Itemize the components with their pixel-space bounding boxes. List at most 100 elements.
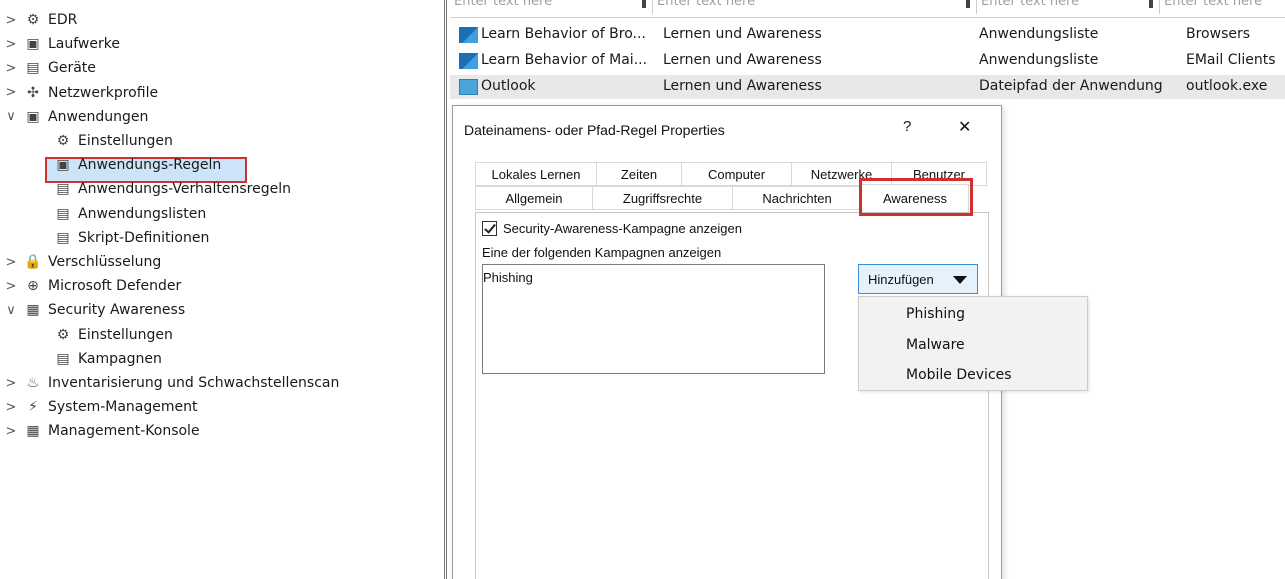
tree-item-label: Verschlüsselung [48,254,162,270]
tab-computer[interactable]: Computer [681,162,792,186]
tab-lokales-lernen[interactable]: Lokales Lernen [475,162,597,186]
tree-item-label: Kampagnen [78,350,162,367]
script-definitions-icon: ▤ [56,229,70,246]
menu-item-malware[interactable]: Malware [906,337,965,353]
chevron-down-icon[interactable]: ∨ [4,109,18,124]
tree-item-label: Inventarisierung und Schwachstellenscan [48,375,340,391]
drive-icon: ▣ [26,36,40,53]
menu-item-phishing[interactable]: Phishing [906,306,965,322]
pane-splitter[interactable] [444,0,447,579]
tree-item[interactable]: ▣ Anwendungs-Regeln [54,153,221,177]
tree-item-label: Einstellungen [78,326,173,343]
chevron-right-icon[interactable]: > [4,37,18,52]
row-name: Outlook [481,78,536,94]
tree-item[interactable]: ⚙ Einstellungen [54,129,173,153]
show-campaign-checkbox[interactable] [482,221,497,236]
row-category: Lernen und Awareness [663,78,822,94]
filter-input-name[interactable]: Enter text here [450,0,653,14]
filter-input-type[interactable]: Enter text here [977,0,1160,14]
filter-icon[interactable] [642,0,646,8]
lock-icon: 🔒 [24,254,42,270]
tree-item-label: Skript-Definitionen [78,229,210,246]
chevron-right-icon[interactable]: > [4,376,18,391]
tree-item[interactable]: > 🔒 Verschlüsselung [4,250,162,274]
tree-item-label: Netzwerkprofile [48,84,159,101]
tree-item-label: Anwendungs-Verhaltensregeln [78,181,291,198]
chevron-right-icon[interactable]: > [4,400,18,415]
tree-item[interactable]: ∨ ▦ Security Awareness [4,298,185,322]
tree-item[interactable]: > ✣ Netzwerkprofile [4,81,159,105]
row-name: Learn Behavior of Bro... [481,26,646,42]
row-name: Learn Behavior of Mai... [481,52,648,68]
tree-item-label: Management-Konsole [48,423,200,440]
tree-item-label: Geräte [48,60,96,77]
filter-input-category[interactable]: Enter text here [653,0,977,14]
tree-item[interactable]: ∨ ▣ Anwendungen [4,105,148,129]
chevron-right-icon[interactable]: > [4,61,18,76]
tree-item[interactable]: ▤ Anwendungslisten [54,202,206,226]
chevron-right-icon[interactable]: > [4,424,18,439]
chevron-down-icon[interactable]: ∨ [4,303,18,318]
system-management-icon: ⚡ [28,399,38,416]
tree-item[interactable]: ▤ Anwendungs-Verhaltensregeln [54,177,291,201]
tree-item-label: EDR [48,12,78,28]
tree-item[interactable]: ▤ Kampagnen [54,347,162,371]
application-list-icon [459,53,478,69]
tree-item[interactable]: > ▤ Geräte [4,56,96,80]
device-icon: ▤ [26,60,40,77]
tree-item[interactable]: > ▣ Laufwerke [4,32,120,56]
row-value: Browsers [1186,26,1251,42]
campaigns-icon: ▤ [56,350,70,367]
tree-item[interactable]: > ♨ Inventarisierung und Schwachstellensca… [4,371,340,395]
app-rules-icon: ▣ [56,157,70,174]
close-button[interactable]: ✕ [958,117,971,137]
tab-zugriffsrechte[interactable]: Zugriffsrechte [592,186,733,210]
chevron-right-icon[interactable]: > [4,255,18,270]
application-list-icon [459,27,478,43]
add-button-label: Hinzufügen [868,271,934,287]
list-item[interactable]: Phishing [483,270,533,285]
tree-item[interactable]: ⚙ Einstellungen [54,323,173,347]
filter-icon[interactable] [966,0,970,8]
row-value: outlook.exe [1186,78,1268,94]
tab-allgemein[interactable]: Allgemein [475,186,593,210]
rules-grid: Enter text here Enter text here Enter te… [450,0,1285,100]
app-lists-icon: ▤ [56,205,70,222]
filter-row: Enter text here Enter text here Enter te… [450,0,1285,18]
filter-input-value[interactable]: Enter text here [1160,0,1285,14]
table-row[interactable]: Outlook Lernen und Awareness Dateipfad d… [450,75,1285,99]
chevron-right-icon[interactable]: > [4,85,18,100]
menu-item-mobile-devices[interactable]: Mobile Devices [906,367,1012,383]
tree-item[interactable]: ▤ Skript-Definitionen [54,226,209,250]
tree-item[interactable]: > ⊕ Microsoft Defender [4,274,182,298]
table-row[interactable]: Learn Behavior of Mai... Lernen und Awar… [450,49,1285,73]
tree-item-label: Einstellungen [78,133,173,149]
add-campaign-button[interactable]: Hinzufügen [858,264,978,294]
tree-item[interactable]: > ⚡ System-Management [4,395,198,419]
outlook-icon [459,79,478,95]
tree-item-label: Anwendungs-Regeln [78,157,222,174]
tab-zeiten[interactable]: Zeiten [596,162,682,186]
tree-item[interactable]: > ⚙ EDR [4,8,78,32]
microscope-icon: ♨ [26,375,40,391]
dropdown-arrow-icon [953,276,967,284]
tree-item-label: System-Management [48,399,198,416]
row-type: Anwendungsliste [979,52,1099,68]
tree-item-label: Anwendungen [48,108,149,125]
campaign-listbox[interactable]: Phishing [482,264,825,374]
console-icon: ▦ [26,423,40,440]
help-button[interactable]: ? [903,118,911,135]
table-row[interactable]: Learn Behavior of Bro... Lernen und Awar… [450,23,1285,47]
tab-nachrichten[interactable]: Nachrichten [732,186,862,210]
filter-icon[interactable] [1149,0,1153,8]
network-profile-icon: ✣ [27,84,39,101]
chevron-right-icon[interactable]: > [4,279,18,294]
network-icon: ⚙ [26,12,40,28]
chevron-right-icon[interactable]: > [4,13,18,28]
settings-gear-icon: ⚙ [56,133,70,149]
tree-item-label: Anwendungslisten [78,205,207,222]
security-awareness-icon: ▦ [26,302,40,319]
show-campaign-label: Security-Awareness-Kampagne anzeigen [503,221,742,236]
campaign-dropdown-menu: Phishing Malware Mobile Devices [858,296,1088,391]
tree-item[interactable]: > ▦ Management-Konsole [4,419,200,443]
